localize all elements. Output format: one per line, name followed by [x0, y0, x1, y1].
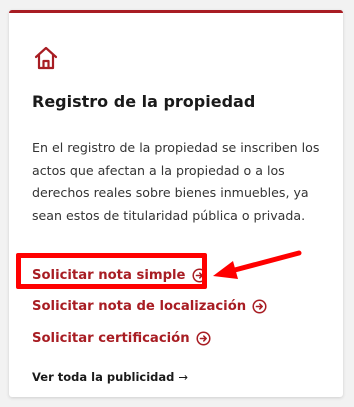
- highlight-box: [16, 253, 207, 289]
- arrow-right-icon: →: [178, 370, 189, 384]
- see-all-label: Ver toda la publicidad: [32, 370, 175, 384]
- annotation-arrow-icon: [213, 250, 302, 279]
- card-title: Registro de la propiedad: [32, 92, 256, 111]
- link-label: Solicitar nota de localización: [32, 299, 247, 314]
- request-certification-link[interactable]: Solicitar certificación: [32, 331, 211, 346]
- see-all-publicity-link[interactable]: Ver toda la publicidad →: [32, 370, 188, 384]
- arrow-right-circle-icon: [196, 331, 211, 346]
- registry-card: Registro de la propiedad En el registro …: [9, 10, 343, 397]
- request-location-note-link[interactable]: Solicitar nota de localización: [32, 299, 267, 314]
- card-description: En el registro de la propiedad se inscri…: [32, 140, 320, 223]
- home-icon: [34, 46, 58, 70]
- link-label: Solicitar certificación: [32, 331, 190, 346]
- arrow-right-circle-icon: [252, 299, 267, 314]
